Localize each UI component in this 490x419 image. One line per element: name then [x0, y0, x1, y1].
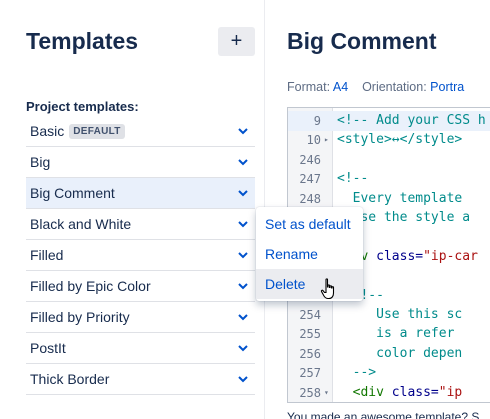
template-item-big-comment[interactable]: Big Comment [26, 178, 255, 209]
menu-item-set-as-default[interactable]: Set as default [256, 209, 363, 239]
code-line: 9 <!-- Add your CSS h [288, 111, 490, 131]
line-number: 248 [299, 191, 321, 206]
chevron-down-icon[interactable] [237, 125, 249, 137]
code-line: 258 ▾ <div class="ip [288, 383, 490, 402]
template-item-black-and-white[interactable]: Black and White [26, 209, 255, 240]
code-text: color depen [337, 345, 463, 361]
section-label: Project templates: [26, 99, 139, 114]
code-text: --> [337, 365, 377, 381]
chevron-down-icon[interactable] [237, 156, 249, 168]
code-text: <style>↔</style> [337, 132, 463, 148]
template-item-label: Thick Border [30, 371, 110, 387]
line-number: 247 [299, 172, 321, 187]
line-number: 246 [299, 152, 321, 167]
template-item-basic[interactable]: Basic DEFAULT [26, 116, 255, 147]
template-item-label: Big [30, 154, 51, 170]
code-text: <!-- [337, 171, 369, 187]
code-line: 248 Every template [288, 189, 490, 209]
template-item-thick-border[interactable]: Thick Border [26, 364, 255, 395]
format-label: Format: [287, 80, 331, 94]
page-title: Big Comment [287, 28, 437, 54]
template-item-postit[interactable]: PostIt [26, 333, 255, 364]
footer-text: You made an awesome template? S [287, 410, 480, 419]
code-line: 254 Use this sc [288, 305, 490, 325]
templates-sidebar: Templates + Project templates: Basic DEF… [0, 0, 265, 419]
code-line: 257 --> [288, 363, 490, 383]
default-badge: DEFAULT [69, 123, 125, 139]
chevron-down-icon[interactable] [237, 311, 249, 323]
chevron-down-icon[interactable] [237, 249, 249, 261]
template-item-label-wrap: Basic DEFAULT [30, 123, 125, 139]
fold-toggle-icon[interactable]: ▸ [324, 130, 329, 150]
menu-item-rename[interactable]: Rename [256, 239, 363, 269]
add-template-button[interactable]: + [218, 27, 255, 56]
fold-toggle-icon[interactable]: ▾ [324, 383, 329, 402]
format-value-link[interactable]: A4 [333, 80, 348, 94]
line-number: 10 [306, 133, 321, 148]
template-item-filled-by-epic-color[interactable]: Filled by Epic Color [26, 271, 255, 302]
chevron-down-icon[interactable] [237, 373, 249, 385]
code-text: <div class="ip [352, 384, 463, 400]
code-line: 256 color depen [288, 344, 490, 364]
template-item-filled-by-priority[interactable]: Filled by Priority [26, 302, 255, 333]
code-line: 10 ▸ <style>↔</style> [288, 130, 490, 150]
template-item-label: Basic [30, 123, 65, 139]
line-number: 9 [313, 114, 321, 128]
code-text: is a refer [337, 326, 455, 342]
template-item-label: PostIt [30, 340, 66, 356]
line-number: 254 [299, 308, 321, 322]
code-line: 255 is a refer [288, 324, 490, 344]
line-number: 256 [299, 346, 321, 361]
template-meta: Format: A4 Orientation: Portra [287, 80, 464, 94]
menu-item-delete[interactable]: Delete [256, 269, 363, 299]
template-item-label: Filled by Priority [30, 309, 130, 325]
chevron-down-icon[interactable] [237, 342, 249, 354]
line-number: 257 [299, 366, 321, 381]
template-item-label: Filled by Epic Color [30, 278, 151, 294]
template-item-filled[interactable]: Filled [26, 240, 255, 271]
chevron-down-icon[interactable] [237, 280, 249, 292]
template-context-menu: Set as default Rename Delete [256, 207, 363, 301]
code-line: 246 [288, 150, 490, 170]
orientation-label: Orientation: [362, 80, 427, 94]
code-line: 247 <!-- [288, 169, 490, 189]
chevron-down-icon[interactable] [237, 218, 249, 230]
chevron-down-icon[interactable] [237, 187, 249, 199]
template-list: Basic DEFAULT Big Big Comment Black and … [26, 116, 255, 395]
template-item-label: Big Comment [30, 185, 115, 201]
code-text: <!-- Add your CSS h [337, 113, 486, 128]
line-number: 258 [299, 385, 321, 400]
app-root: Templates + Project templates: Basic DEF… [0, 0, 490, 419]
hand-cursor-icon [320, 278, 335, 300]
template-item-big[interactable]: Big [26, 147, 255, 178]
orientation-value-link[interactable]: Portra [430, 80, 464, 94]
sidebar-title: Templates [26, 28, 139, 54]
code-text: Use this sc [337, 307, 463, 322]
template-item-label: Black and White [30, 216, 132, 232]
line-number: 255 [299, 327, 321, 342]
code-text: Every template [337, 190, 463, 206]
template-item-label: Filled [30, 247, 64, 263]
